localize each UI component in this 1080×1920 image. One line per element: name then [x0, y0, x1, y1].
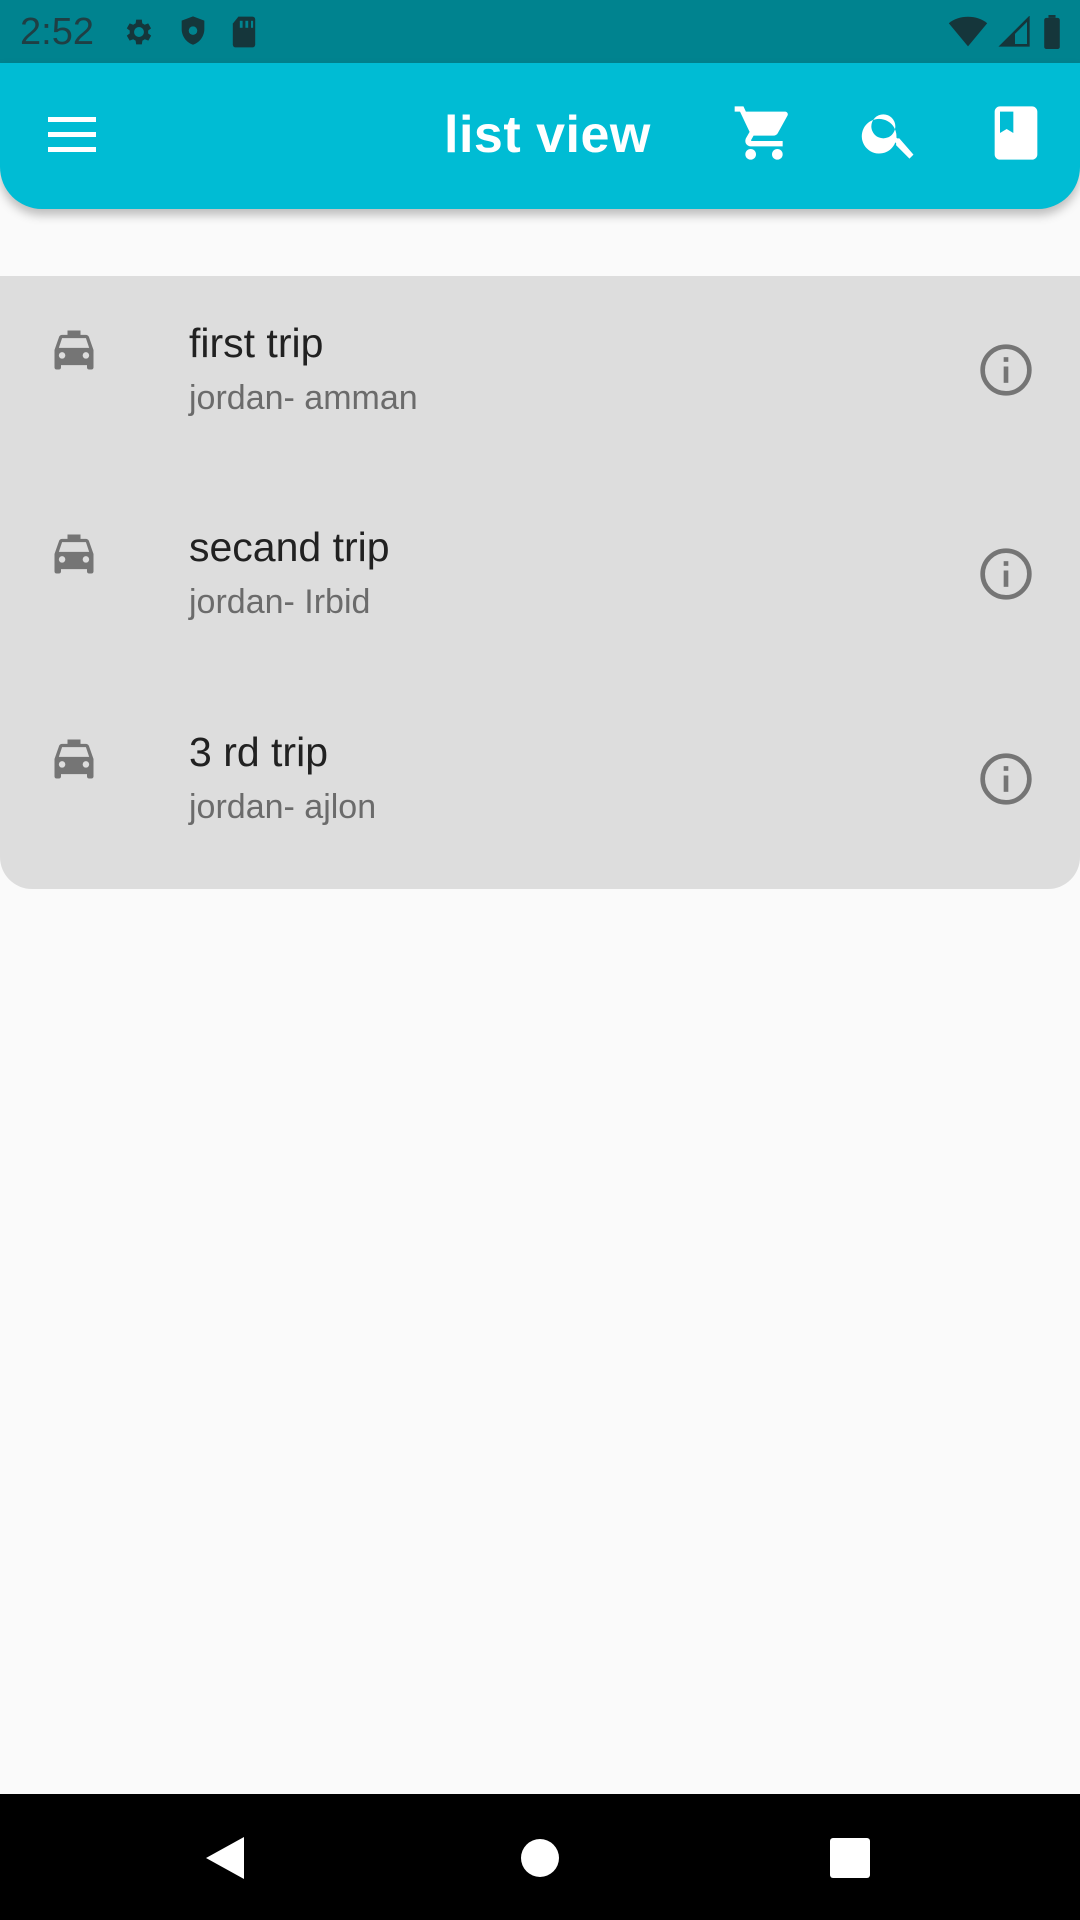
trip-title: 3 rd trip [189, 729, 328, 775]
menu-button[interactable] [46, 115, 98, 155]
page-title: list view [444, 106, 651, 164]
status-icons-right [948, 14, 1062, 50]
trip-route: jordan- ajlon [189, 788, 377, 826]
cart-icon [734, 106, 788, 160]
trip-title: secand trip [189, 524, 390, 570]
wifi-icon [948, 16, 988, 47]
battery-icon [1044, 15, 1060, 49]
search-icon [861, 114, 914, 159]
book-button[interactable] [984, 101, 1048, 165]
back-icon [206, 1837, 244, 1879]
list-item[interactable]: secand trip jordan- Irbid [0, 480, 1080, 684]
recents-icon [830, 1838, 870, 1878]
status-icons-left [122, 14, 258, 50]
list-item[interactable]: first trip jordan- amman [0, 276, 1080, 480]
sd-card-icon [232, 16, 256, 48]
signal-icon [998, 16, 1030, 47]
search-button[interactable] [858, 101, 922, 165]
trip-title: first trip [189, 320, 324, 366]
settings-icon [126, 19, 152, 45]
recents-button[interactable] [826, 1834, 874, 1882]
home-icon [521, 1839, 559, 1877]
shield-icon [181, 16, 205, 45]
list-item[interactable]: 3 rd trip jordan- ajlon [0, 685, 1080, 889]
system-nav-bar [0, 1794, 1080, 1920]
taxi-icon [54, 739, 94, 779]
home-button[interactable] [516, 1834, 564, 1882]
taxi-icon [54, 330, 94, 370]
book-icon [994, 106, 1038, 160]
info-icon[interactable] [978, 546, 1034, 602]
app-bar: list view [0, 63, 1080, 209]
taxi-icon [54, 534, 94, 574]
back-button[interactable] [202, 1834, 250, 1882]
trip-route: jordan- amman [189, 379, 418, 417]
trip-route: jordan- Irbid [189, 583, 371, 621]
menu-icon [48, 117, 96, 152]
trip-list: first trip jordan- amman secand trip jor… [0, 276, 1080, 889]
info-icon[interactable] [978, 342, 1034, 398]
status-bar: 2:52 [0, 0, 1080, 63]
cart-button[interactable] [732, 101, 796, 165]
status-time: 2:52 [20, 11, 94, 53]
info-icon[interactable] [978, 751, 1034, 807]
